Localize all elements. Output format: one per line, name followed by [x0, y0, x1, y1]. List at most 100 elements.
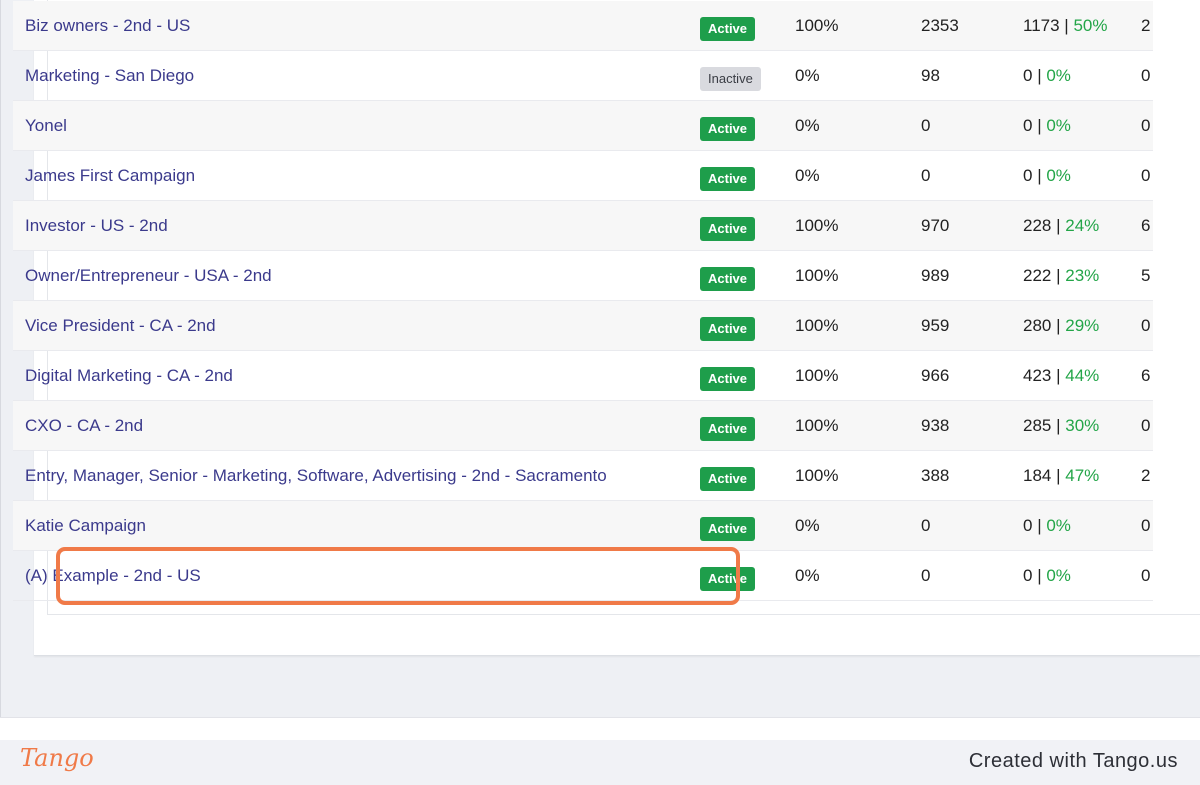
total-value: 2353 — [921, 16, 959, 35]
truncated-column-value: 0 — [1141, 116, 1151, 135]
status-badge: Active — [700, 317, 756, 341]
status-badge: Active — [700, 467, 756, 491]
accepted-cell: 0 | 0% — [1023, 151, 1071, 201]
table-row: Biz owners - 2nd - US Active 100% 2353 1173 … — [13, 1, 1153, 51]
truncated-column-value: 5 — [1141, 266, 1151, 285]
campaign-name-link[interactable]: Biz owners - 2nd - US — [25, 1, 190, 51]
tango-logo: Tango — [20, 744, 94, 772]
accepted-count: 184 — [1023, 466, 1052, 485]
created-with-text: Created with Tango.us — [968, 750, 1178, 772]
total-value: 938 — [921, 416, 950, 435]
progress-value: 0% — [795, 66, 820, 85]
status-cell: Active — [700, 16, 756, 41]
truncated-column-value: 0 — [1141, 66, 1151, 85]
campaign-name-link[interactable]: Entry, Manager, Senior - Marketing, Soft… — [25, 451, 607, 501]
truncated-column-value: 0 — [1141, 166, 1151, 185]
total-value: 0 — [921, 166, 931, 185]
campaign-name-link[interactable]: Marketing - San Diego — [25, 51, 194, 101]
campaign-name-link[interactable]: Yonel — [25, 101, 67, 151]
accepted-percent: 0% — [1046, 516, 1071, 535]
progress-value: 0% — [795, 166, 820, 185]
table-row: Entry, Manager, Senior - Marketing, Soft… — [13, 451, 1153, 501]
total-value: 970 — [921, 216, 950, 235]
campaign-name-link[interactable]: Katie Campaign — [25, 501, 146, 551]
footer-divider — [0, 717, 1200, 740]
campaign-name-link[interactable]: (A) Example - 2nd - US — [25, 551, 201, 601]
progress-value: 100% — [795, 16, 839, 35]
campaign-name-link[interactable]: Investor - US - 2nd — [25, 201, 168, 251]
accepted-separator: | — [1051, 216, 1066, 235]
status-cell: Active — [700, 316, 756, 341]
accepted-count: 1173 — [1023, 16, 1060, 35]
table-row: Vice President - CA - 2nd Active 100% 959 28… — [13, 301, 1153, 351]
accepted-cell: 280 | 29% — [1023, 301, 1099, 351]
campaign-name-link[interactable]: Digital Marketing - CA - 2nd — [25, 351, 233, 401]
accepted-cell: 222 | 23% — [1023, 251, 1099, 301]
accepted-percent: 0% — [1046, 166, 1071, 185]
table-row: CXO - CA - 2nd Active 100% 938 285 | 30% 0 — [13, 401, 1153, 451]
total-value: 98 — [921, 66, 940, 85]
campaign-name-link[interactable]: James First Campaign — [25, 151, 195, 201]
accepted-separator: | — [1051, 316, 1066, 335]
progress-value: 0% — [795, 566, 820, 585]
status-badge: Active — [700, 517, 756, 541]
status-cell: Active — [700, 466, 756, 491]
campaign-name-link[interactable]: Vice President - CA - 2nd — [25, 301, 216, 351]
accepted-cell: 0 | 0% — [1023, 551, 1071, 601]
truncated-column-value: 0 — [1141, 316, 1151, 335]
progress-value: 0% — [795, 116, 820, 135]
accepted-count: 228 — [1023, 216, 1052, 235]
total-value: 989 — [921, 266, 950, 285]
progress-value: 100% — [795, 216, 839, 235]
truncated-column-value: 0 — [1141, 566, 1151, 585]
truncated-column-value: 2 — [1141, 466, 1151, 485]
progress-value: 100% — [795, 466, 839, 485]
campaign-name-link[interactable]: CXO - CA - 2nd — [25, 401, 143, 451]
accepted-percent: 50% — [1073, 16, 1108, 35]
total-value: 0 — [921, 516, 931, 535]
status-cell: Inactive — [700, 66, 761, 91]
status-badge: Active — [700, 117, 756, 141]
truncated-column-value: 0 — [1141, 516, 1151, 535]
total-value: 388 — [921, 466, 950, 485]
accepted-cell: 285 | 30% — [1023, 401, 1099, 451]
accepted-cell: 228 | 24% — [1023, 201, 1099, 251]
truncated-column-value: 6 — [1141, 216, 1151, 235]
status-badge: Inactive — [700, 67, 761, 91]
truncated-column-value: 0 — [1141, 416, 1151, 435]
accepted-percent: 24% — [1065, 216, 1100, 235]
status-badge: Active — [700, 167, 756, 191]
progress-value: 100% — [795, 366, 839, 385]
accepted-percent: 47% — [1065, 466, 1100, 485]
accepted-cell: 0 | 0% — [1023, 101, 1071, 151]
status-cell: Active — [700, 566, 756, 591]
status-cell: Active — [700, 416, 756, 441]
status-cell: Active — [700, 166, 756, 191]
accepted-percent: 23% — [1065, 266, 1100, 285]
truncated-column-value: 2 — [1141, 16, 1151, 35]
accepted-separator: | — [1032, 516, 1047, 535]
total-value: 0 — [921, 566, 931, 585]
table-row: Katie Campaign Active 0% 0 0 | 0% 0 — [13, 501, 1153, 551]
progress-value: 0% — [795, 516, 820, 535]
accepted-separator: | — [1059, 16, 1074, 35]
status-badge: Active — [700, 367, 756, 391]
accepted-count: 280 — [1023, 316, 1052, 335]
status-cell: Active — [700, 516, 756, 541]
accepted-count: 285 — [1023, 416, 1052, 435]
accepted-count: 222 — [1023, 266, 1052, 285]
table-row: Investor - US - 2nd Active 100% 970 228 | 24… — [13, 201, 1153, 251]
accepted-cell: 423 | 44% — [1023, 351, 1099, 401]
campaign-name-link[interactable]: Owner/Entrepreneur - USA - 2nd — [25, 251, 272, 301]
accepted-separator: | — [1051, 466, 1066, 485]
total-value: 966 — [921, 366, 950, 385]
table-row: James First Campaign Active 0% 0 0 | 0% 0 — [13, 151, 1153, 201]
accepted-percent: 0% — [1046, 116, 1071, 135]
status-cell: Active — [700, 216, 756, 241]
accepted-separator: | — [1051, 266, 1066, 285]
status-cell: Active — [700, 116, 756, 141]
table-row: Marketing - San Diego Inactive 0% 98 0 | 0% 0 — [13, 51, 1153, 101]
total-value: 0 — [921, 116, 931, 135]
progress-value: 100% — [795, 266, 839, 285]
accepted-percent: 0% — [1046, 66, 1071, 85]
